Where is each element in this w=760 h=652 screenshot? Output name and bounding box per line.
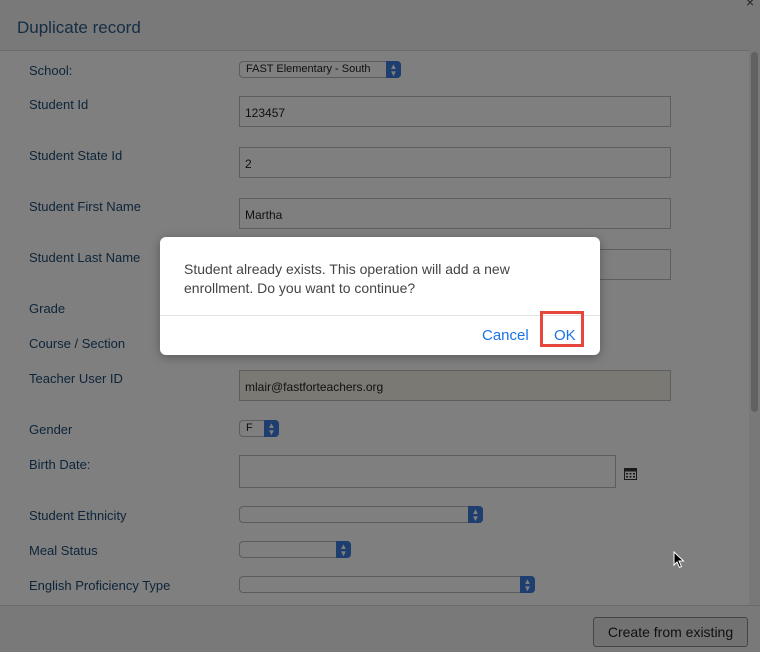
dialog-message: Student already exists. This operation w… <box>184 261 510 296</box>
mouse-pointer-icon <box>673 551 685 569</box>
cancel-button[interactable]: Cancel <box>482 327 529 344</box>
confirm-dialog: Student already exists. This operation w… <box>160 237 600 355</box>
ok-highlight-box <box>540 311 584 347</box>
dialog-divider <box>160 315 600 316</box>
